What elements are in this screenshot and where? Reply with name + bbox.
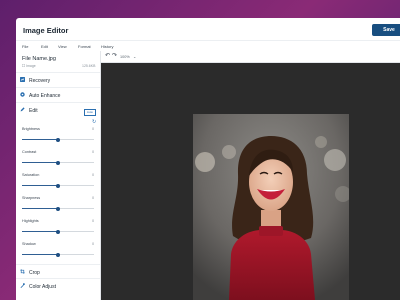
slider-label: Brightness [22,127,40,131]
sidebar-item-label: Crop [29,270,40,276]
menu-history[interactable]: History [101,44,113,49]
sidebar-item-recovery[interactable]: Recovery [16,72,100,88]
recovery-icon [20,77,25,82]
photo-preview [193,114,349,300]
slider-label: Highlights [22,219,39,223]
slider-thumb[interactable] [56,137,60,142]
canvas-toolbar: ↶ ↷ 100% ⌄ [101,51,400,63]
menu-edit[interactable]: Edit [41,44,48,49]
crop-icon [20,269,25,274]
slider-label: Contrast [22,150,37,154]
menu-file[interactable]: File [22,44,28,49]
slider-thumb[interactable] [56,229,60,234]
slider-fill [22,162,58,163]
sharpness-slider[interactable] [22,206,94,211]
auto-enhance-icon [20,92,25,97]
shadow-slider[interactable] [22,252,94,257]
slider-value: 0 [92,242,95,246]
slider-value: 0 [92,173,95,177]
sidebar-item-label: Color Adjust [29,284,56,290]
app-title: Image Editor [23,26,69,35]
slider-label: Sharpness [22,196,41,200]
sidebar-item-color-adjust[interactable]: Color Adjust [16,278,100,300]
redo-icon[interactable]: ↷ [112,53,117,60]
canvas-area[interactable]: ↶ ↷ 100% ⌄ [101,51,400,300]
color-adjust-icon [20,283,25,288]
sidebar-item-crop[interactable]: Crop [16,264,100,279]
slider-fill [22,208,58,209]
slider-label: Shadow [22,242,36,246]
editor-window: Image Editor Save File Edit View Format … [16,18,400,300]
slider-fill [22,139,58,140]
slider-fill [22,185,58,186]
slider-thumb[interactable] [56,206,60,211]
file-name: File Name.jpg [22,56,56,62]
menu-view[interactable]: View [58,44,67,49]
edit-icon [20,107,25,112]
saturation-slider[interactable] [22,183,94,188]
sidebar: File Name.jpg Image 125.6KB Recovery Aut… [16,51,101,300]
contrast-slider[interactable] [22,160,94,165]
zoom-level[interactable]: 100% [120,55,130,59]
sidebar-item-auto-enhance[interactable]: Auto Enhance [16,87,100,103]
slider-value: 0 [92,196,95,200]
slider-label: Saturation [22,173,40,177]
sidebar-item-label: Recovery [29,78,51,84]
image-file-icon [22,64,25,67]
file-type: Image [26,64,36,68]
undo-icon[interactable]: ↶ [105,53,110,60]
slider-fill [22,231,58,232]
chevron-down-icon[interactable]: ⌄ [133,54,136,59]
highlights-slider[interactable] [22,229,94,234]
file-size: 125.6KB [82,64,96,68]
slider-thumb[interactable] [56,183,60,188]
save-button[interactable]: Save [372,24,400,36]
brightness-slider[interactable] [22,137,94,142]
menu-format[interactable]: Format [78,44,91,49]
auto-button[interactable]: Auto [84,109,96,116]
reset-icon[interactable]: ↻ [92,120,96,125]
sidebar-item-label: Edit [29,108,38,114]
slider-value: 0 [92,150,95,154]
slider-thumb[interactable] [56,252,60,257]
slider-value: 0 [92,127,95,131]
sidebar-item-label: Auto Enhance [29,93,61,99]
slider-value: 0 [92,219,95,223]
title-bar: Image Editor Save [16,18,400,41]
slider-fill [22,254,58,255]
slider-thumb[interactable] [56,160,60,165]
